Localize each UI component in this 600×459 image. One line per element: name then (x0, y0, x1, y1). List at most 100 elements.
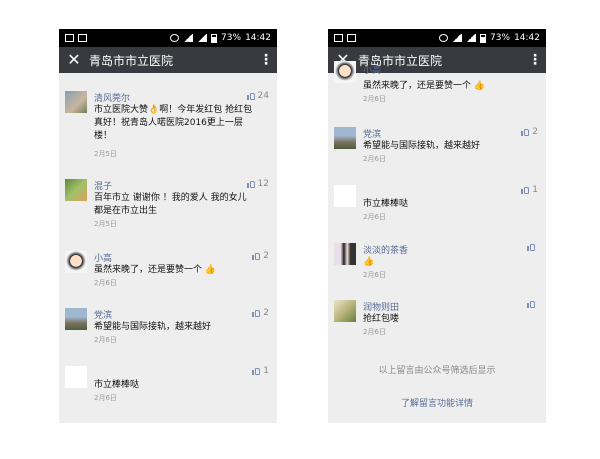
avatar (334, 185, 356, 207)
avatar (65, 179, 87, 201)
thumbs-up-icon (527, 300, 535, 308)
comment-text: 市立医院大赞👌啊！今年发红包 抢红包 真好！祝青岛人喏医院2016更上一层楼！ (94, 105, 253, 141)
more-menu-icon[interactable]: ⋮ (524, 52, 546, 68)
thumbs-up-icon (246, 180, 255, 188)
status-bar: 73% 14:42 (59, 29, 277, 47)
comment-body: 虽然来晚了，还是要赞一个 👍 (363, 80, 524, 93)
thumbs-up-icon (252, 252, 261, 260)
comment-text: 希望能与国际接轨，越来越好 (94, 322, 212, 332)
comment-text: 虽然来晚了，还是要赞一个 (363, 81, 472, 91)
wifi-icon (183, 34, 194, 42)
thumbs-up-emoji-icon: 👍 (204, 265, 217, 275)
comment-text: 市立棒棒哒 (363, 199, 409, 209)
avatar (334, 300, 356, 322)
commenter-name: 润物则田 (363, 303, 400, 313)
commenter-name: 小高 (363, 66, 382, 76)
avatar (334, 61, 356, 83)
list-item: 淡淡的茶香 👍 2月6日 (328, 243, 546, 293)
comment-body: 👍 (363, 256, 524, 269)
battery-icon (211, 33, 218, 43)
wifi-icon (452, 34, 463, 42)
like-count: 2 (532, 127, 538, 137)
more-menu-icon[interactable]: ⋮ (255, 52, 277, 68)
list-item: 市立棒棒哒 2月6日 1 (59, 366, 277, 416)
alarm-icon (170, 34, 180, 42)
list-item: 市立棒棒哒 2月6日 1 (328, 185, 546, 235)
like-button[interactable]: 1 (521, 185, 538, 195)
comment-date: 2月6日 (363, 271, 386, 279)
commenter-name: 淡淡的茶香 (363, 246, 409, 256)
like-button[interactable]: 2 (252, 308, 269, 318)
comment-date: 2月5日 (94, 150, 117, 158)
avatar (65, 91, 87, 113)
thumbs-up-icon (527, 243, 535, 251)
comment-date: 2月6日 (363, 155, 386, 163)
comment-date: 2月6日 (363, 95, 386, 103)
like-count: 12 (257, 179, 269, 189)
thumbs-up-icon (252, 309, 261, 317)
like-button[interactable]: 2 (521, 127, 538, 137)
like-button[interactable]: 1 (252, 366, 269, 376)
list-item: 混子 百年市立 谢谢你 ！我的爱人 我的女儿都是在市立出生 2月5日 12 (59, 179, 277, 229)
list-item: 润物则田 抢红包喽 2月6日 (328, 300, 546, 350)
comment-date: 2月6日 (363, 328, 386, 336)
comment-text: 抢红包喽 (363, 314, 400, 324)
thumbs-up-icon (246, 92, 255, 100)
clock: 14:42 (514, 33, 540, 43)
comment-date: 2月6日 (363, 213, 386, 221)
comment-feature-details-link[interactable]: 了解留言功能详情 (328, 396, 546, 409)
list-item: 小高 虽然来晚了，还是要赞一个 👍 2月6日 2 (59, 251, 277, 301)
alarm-icon (439, 34, 449, 42)
like-button[interactable] (527, 300, 538, 308)
list-item: 小高 虽然来晚了，还是要赞一个 👍 2月6日 (328, 61, 546, 117)
thumbs-up-emoji-icon: 👍 (363, 257, 375, 267)
comment-date: 2月5日 (94, 220, 117, 228)
list-item: 清风莞尔 市立医院大赞👌啊！今年发红包 抢红包 真好！祝青岛人喏医院2016更上… (59, 91, 277, 163)
phone-screen-right: 73% 14:42 ✕ 青岛市市立医院 ⋮ 小高 虽然来晚了，还是要赞一个 👍 … (328, 29, 546, 423)
notification-icon (334, 34, 343, 42)
avatar (65, 251, 87, 273)
signal-icon (466, 34, 477, 42)
like-button[interactable]: 12 (246, 179, 269, 189)
comment-text: 希望能与国际接轨，越来越好 (363, 141, 481, 151)
comment-date: 2月6日 (94, 336, 117, 344)
thumbs-up-icon (252, 367, 261, 375)
thumbs-up-icon (521, 128, 530, 136)
notification-icon (65, 34, 74, 42)
thumbs-up-emoji-icon: 👍 (473, 81, 486, 91)
commenter-name: 小高 (94, 254, 113, 264)
avatar (65, 366, 87, 388)
like-button[interactable]: 24 (246, 91, 269, 101)
filter-notice: 以上留言由公众号筛选后显示 (378, 366, 496, 376)
battery-level: 73% (221, 33, 242, 43)
commenter-name: 党滨 (363, 130, 382, 140)
phone-screen-left: 73% 14:42 ✕ 青岛市市立医院 ⋮ 清风莞尔 市立医院大赞👌啊！今年发红… (59, 29, 277, 423)
image-icon (78, 34, 87, 42)
comment-date: 2月6日 (94, 394, 117, 402)
commenter-name: 混子 (94, 182, 113, 192)
title-bar: ✕ 青岛市市立医院 ⋮ (59, 47, 277, 73)
like-button[interactable]: 2 (252, 251, 269, 261)
avatar (334, 243, 356, 265)
comment-body: 虽然来晚了，还是要赞一个 👍 (94, 264, 255, 277)
signal-icon (197, 34, 208, 42)
like-count: 24 (257, 91, 269, 101)
commenter-name: 党滨 (94, 311, 113, 321)
battery-level: 73% (490, 33, 511, 43)
comment-text: 虽然来晚了，还是要赞一个 (94, 265, 203, 275)
avatar (334, 127, 356, 149)
commenter-name: 清风莞尔 (94, 94, 131, 104)
page-title: 青岛市市立医院 (358, 53, 443, 68)
like-count: 2 (263, 308, 269, 318)
clock: 14:42 (245, 33, 271, 43)
list-item: 党滨 希望能与国际接轨，越来越好 2月6日 2 (328, 127, 546, 177)
status-bar: 73% 14:42 (328, 29, 546, 47)
list-item: 党滨 希望能与国际接轨，越来越好 2月6日 2 (59, 308, 277, 358)
like-button[interactable] (527, 243, 538, 251)
comment-date: 2月6日 (94, 279, 117, 287)
like-count: 1 (263, 366, 269, 376)
close-icon[interactable]: ✕ (59, 47, 89, 73)
page-title: 青岛市市立医院 (89, 53, 174, 68)
like-count: 2 (263, 251, 269, 261)
comment-text: 市立棒棒哒 (94, 380, 140, 390)
